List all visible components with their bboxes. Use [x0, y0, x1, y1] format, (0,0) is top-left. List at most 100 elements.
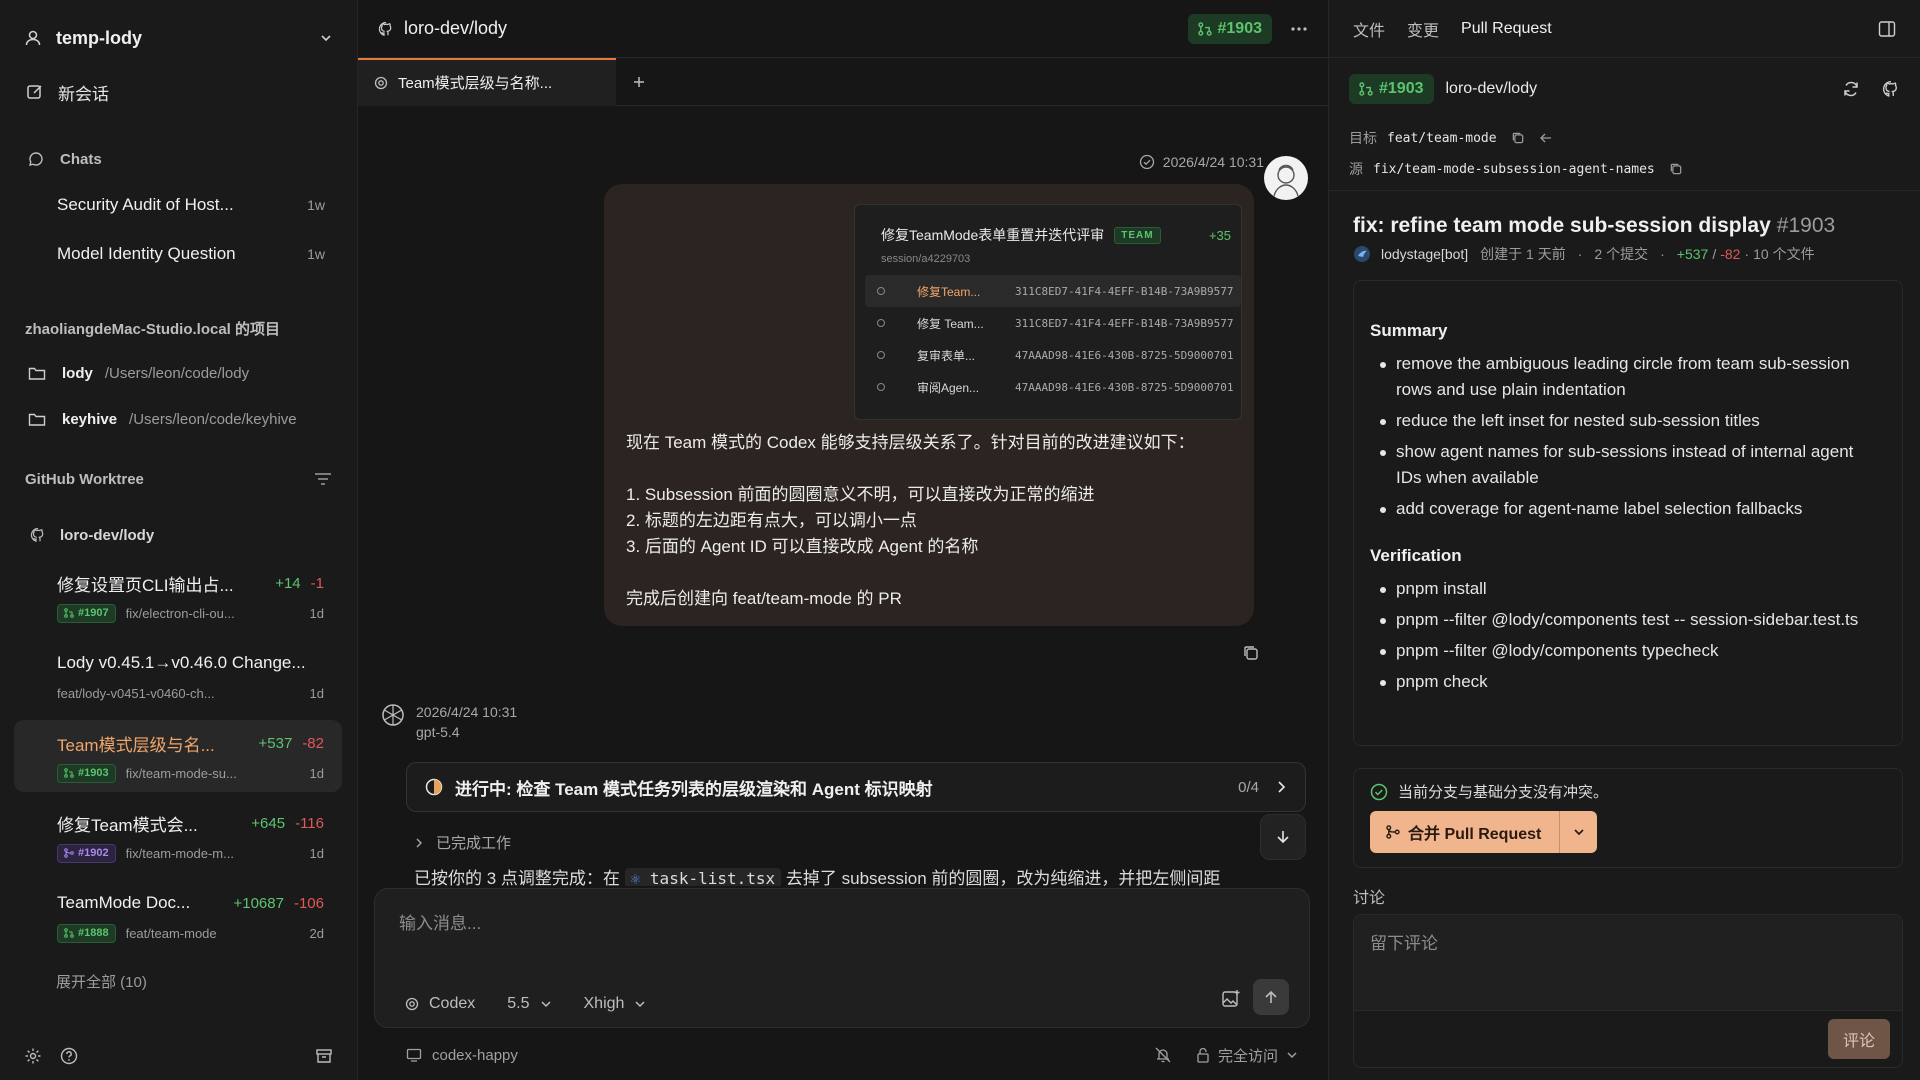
- user-message-bubble: 修复TeamMode表单重置并迭代评审 TEAM +35 session/a42…: [604, 184, 1254, 626]
- help-icon[interactable]: [60, 1047, 78, 1065]
- chevron-down-icon: [634, 998, 646, 1010]
- copy-icon[interactable]: [1511, 131, 1525, 145]
- summary-item: add coverage for agent-name label select…: [1380, 496, 1882, 522]
- github-worktree-title: GitHub Worktree: [25, 470, 144, 488]
- pr-status-pill[interactable]: #1903: [1349, 74, 1434, 104]
- file-name: task-list.tsx: [649, 869, 776, 886]
- message-input[interactable]: 输入消息...: [399, 909, 481, 934]
- notifications-off-icon[interactable]: [1154, 1046, 1172, 1064]
- message-composer: 输入消息... Codex 5.5 Xhigh: [374, 888, 1310, 1028]
- branch-name: feat/lody-v0451-v0460-ch...: [57, 685, 215, 701]
- panel-toggle-icon[interactable]: [1878, 20, 1896, 38]
- workspace-switcher[interactable]: temp-lody: [0, 18, 357, 58]
- tab-pull-request[interactable]: Pull Request: [1461, 20, 1552, 38]
- monitor-icon: [406, 1048, 422, 1062]
- more-icon[interactable]: [1290, 26, 1308, 32]
- arrow-up-icon: [1264, 989, 1278, 1005]
- expand-all-link[interactable]: 展开全部 (10): [0, 968, 357, 994]
- send-button[interactable]: [1253, 979, 1289, 1015]
- pull-request-icon: [64, 768, 74, 778]
- pr-badge[interactable]: #1907: [57, 603, 116, 623]
- refresh-icon[interactable]: [1842, 80, 1860, 98]
- assistant-meta: 2026/4/24 10:31 gpt-5.4: [380, 702, 517, 742]
- pr-badge[interactable]: #1888: [57, 923, 116, 943]
- pr-author: lodystage[bot]: [1381, 246, 1469, 262]
- github-worktree-header: GitHub Worktree: [0, 464, 357, 494]
- chat-age: 1w: [307, 197, 325, 213]
- github-icon[interactable]: [1882, 80, 1900, 98]
- right-panel-tabs: 文件 变更 Pull Request: [1329, 0, 1920, 58]
- worktree-item[interactable]: 修复Team模式会... +645 -116 #1902 fix/team-mo…: [14, 800, 342, 872]
- thumb-row: 修复 Team... 311C8ED7-41F4-4EFF-B14B-73A9B…: [855, 307, 1241, 339]
- repo-title: loro-dev/lody: [404, 18, 508, 38]
- lock-icon: [1196, 1047, 1210, 1063]
- comment-input[interactable]: 留下评论: [1354, 915, 1902, 1011]
- project-item-keyhive[interactable]: keyhive /Users/leon/code/keyhive: [0, 399, 357, 439]
- tab-files[interactable]: 文件: [1353, 17, 1385, 41]
- github-icon: [378, 21, 394, 37]
- pr-title: fix: refine team mode sub-session displa…: [1353, 214, 1900, 238]
- thumb-row-name: 复审表单...: [917, 348, 976, 363]
- pr-created: 创建于 1 天前: [1480, 246, 1566, 262]
- verification-item: pnpm install: [1380, 576, 1882, 602]
- completed-work-label: 已完成工作: [436, 835, 512, 852]
- user-message-time: 2026/4/24 10:31: [1162, 154, 1264, 170]
- edit-icon: [26, 83, 44, 101]
- additions-count: +645: [251, 814, 286, 832]
- worktree-item[interactable]: TeamMode Doc... +10687 -106 #1888 feat/t…: [14, 880, 342, 952]
- circle-icon: [877, 287, 885, 295]
- model-version-select[interactable]: 5.5: [507, 995, 551, 1013]
- attached-screenshot[interactable]: 修复TeamMode表单重置并迭代评审 TEAM +35 session/a42…: [854, 204, 1242, 420]
- chat-item[interactable]: Security Audit of Host... 1w: [0, 185, 357, 225]
- pr-status-pill[interactable]: #1903: [1187, 13, 1272, 44]
- repo-group[interactable]: loro-dev/lody: [0, 520, 357, 550]
- circle-icon: [877, 383, 885, 391]
- copy-icon[interactable]: [1242, 644, 1260, 662]
- gear-icon[interactable]: [24, 1047, 42, 1065]
- plus-icon[interactable]: [632, 75, 646, 89]
- openai-icon: [405, 997, 419, 1011]
- file-chip[interactable]: ⚛ task-list.tsx: [624, 868, 782, 886]
- task-progress-card[interactable]: 进行中: 检查 Team 模式任务列表的层级渲染和 Agent 标识映射 0/4: [406, 762, 1306, 812]
- thumb-title: 修复TeamMode表单重置并迭代评审: [881, 227, 1105, 243]
- thumb-session: session/a4229703: [881, 253, 971, 265]
- pr-badge[interactable]: #1902: [57, 843, 116, 863]
- arrow-left-icon: [1539, 132, 1553, 144]
- pr-badge[interactable]: #1903: [57, 763, 116, 783]
- merge-options-dropdown[interactable]: [1559, 811, 1598, 853]
- chats-section-header[interactable]: Chats: [0, 144, 357, 174]
- pull-request-icon: [1359, 82, 1373, 96]
- worktree-item-active[interactable]: Team模式层级与名... +537 -82 #1903 fix/team-mo…: [14, 720, 342, 792]
- scroll-down-button[interactable]: [1260, 814, 1306, 860]
- effort-select[interactable]: Xhigh: [584, 995, 647, 1013]
- projects-header: zhaoliangdeMac-Studio.local 的项目: [25, 320, 281, 338]
- worktree-item[interactable]: 修复设置页CLI输出占... +14 -1 #1907 fix/electron…: [14, 560, 342, 632]
- agent-selector[interactable]: Codex: [405, 995, 475, 1013]
- team-tag: TEAM: [1114, 226, 1161, 244]
- chat-item[interactable]: Model Identity Question 1w: [0, 234, 357, 274]
- archive-icon[interactable]: [315, 1047, 333, 1065]
- access-level-select[interactable]: 完全访问: [1196, 1045, 1298, 1066]
- merge-label: 合并 Pull Request: [1408, 826, 1542, 843]
- agent-name: Codex: [429, 995, 476, 1012]
- filter-icon[interactable]: [314, 472, 332, 486]
- new-chat-button[interactable]: 新会话: [0, 72, 357, 112]
- workspace-branch: codex-happy: [432, 1046, 518, 1064]
- comment-button[interactable]: 评论: [1828, 1019, 1890, 1059]
- tab-changes[interactable]: 变更: [1407, 17, 1439, 41]
- merge-pr-button[interactable]: 合并 Pull Request: [1370, 811, 1560, 853]
- copy-icon[interactable]: [1669, 162, 1683, 176]
- worktree-item[interactable]: Lody v0.45.1→v0.46.0 Change... feat/lody…: [14, 640, 342, 712]
- merge-card: 当前分支与基础分支没有冲突。 合并 Pull Request: [1353, 768, 1903, 868]
- pr-title-text: fix: refine team mode sub-session displa…: [1353, 214, 1771, 237]
- completed-work-toggle[interactable]: 已完成工作: [414, 832, 511, 853]
- project-item-lody[interactable]: lody /Users/leon/code/lody: [0, 353, 357, 393]
- chevron-right-icon: [1275, 780, 1287, 794]
- worktree-title: 修复Team模式会...: [57, 815, 198, 835]
- repo-name: loro-dev/lody: [60, 526, 155, 544]
- image-attach-icon[interactable]: [1221, 989, 1241, 1009]
- pr-number: #1907: [78, 607, 109, 619]
- pr-number: #1903: [78, 767, 109, 779]
- tab-session[interactable]: Team模式层级与名称...: [358, 57, 616, 106]
- source-branch-row: 源 fix/team-mode-subsession-agent-names: [1349, 159, 1683, 179]
